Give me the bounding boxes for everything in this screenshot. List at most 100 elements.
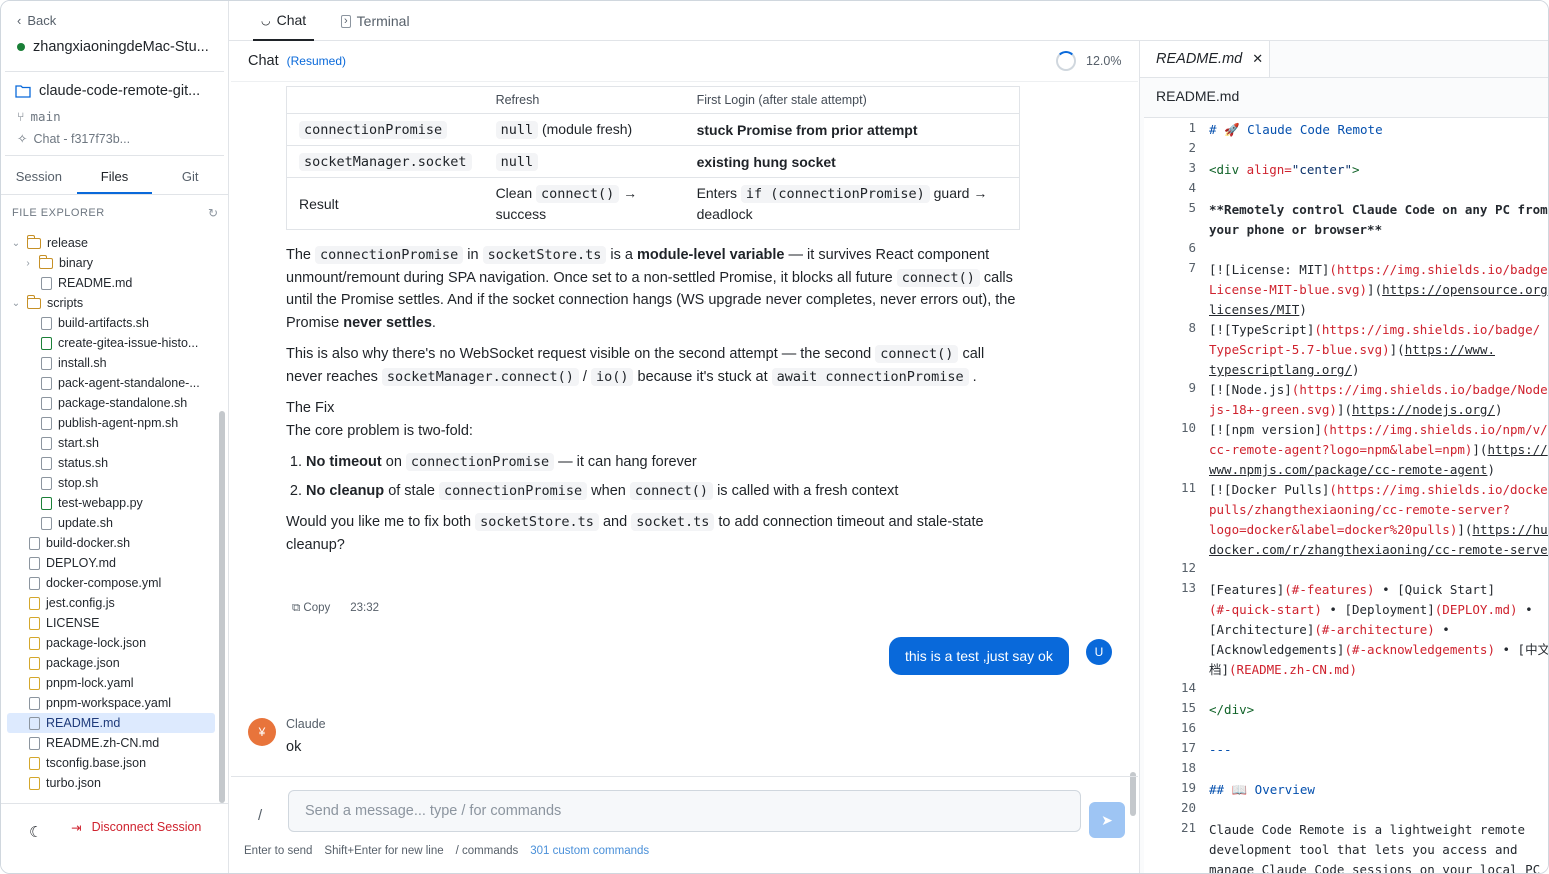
line-number: 17 <box>1180 740 1196 755</box>
line-number: 14 <box>1180 680 1196 695</box>
message-input[interactable]: Send a message... type / for commands <box>288 790 1081 832</box>
sidebar-scrollbar[interactable] <box>219 411 225 803</box>
tree-file[interactable]: update.sh <box>7 513 215 533</box>
tree-file[interactable]: package-lock.json <box>7 633 215 653</box>
tree-file[interactable]: package-standalone.sh <box>7 393 215 413</box>
tree-file[interactable]: pnpm-lock.yaml <box>7 673 215 693</box>
list-item: No cleanup of stale connectionPromise wh… <box>306 480 1021 503</box>
tree-item-label: publish-agent-npm.sh <box>58 416 179 430</box>
tree-file[interactable]: DEPLOY.md <box>7 553 215 573</box>
tree-item-label: README.zh-CN.md <box>46 736 160 750</box>
tree-file[interactable]: publish-agent-npm.sh <box>7 413 215 433</box>
tree-file[interactable]: test-webapp.py <box>7 493 215 513</box>
hint-text: Enter to send <box>244 845 313 857</box>
line-number: 1 <box>1188 120 1196 135</box>
editor-tab-readme[interactable]: README.md ✕ <box>1140 41 1270 77</box>
tree-file[interactable]: jest.config.js <box>7 593 215 613</box>
file-icon <box>41 456 52 470</box>
file-icon <box>29 756 40 770</box>
code-line: [![License: MIT](https://img.shields.io/… <box>1209 262 1549 317</box>
tree-file[interactable]: LICENSE <box>7 613 215 633</box>
tree-file[interactable]: stop.sh <box>7 473 215 493</box>
disconnect-button[interactable]: ⇥ Disconnect Session <box>71 819 201 835</box>
tree-file[interactable]: package.json <box>7 653 215 673</box>
tree-item-label: LICENSE <box>46 616 100 630</box>
file-icon <box>29 776 40 790</box>
chat-id-row: ✧ Chat - f317f73b... <box>17 131 131 147</box>
close-icon[interactable]: ✕ <box>1252 51 1263 67</box>
chat-title: Chat <box>248 53 279 69</box>
tree-folder[interactable]: › binary <box>7 253 215 273</box>
file-icon <box>29 616 40 630</box>
tab-files[interactable]: Files <box>76 161 153 194</box>
line-number: 15 <box>1180 700 1196 715</box>
code-line: [Features](#-features) • [Quick Start] (… <box>1209 582 1549 677</box>
tree-folder[interactable]: ⌄ release <box>7 233 215 253</box>
tab-git[interactable]: Git <box>152 161 228 194</box>
code-line: [![npm version](https://img.shields.io/n… <box>1209 422 1548 477</box>
tree-item-label: docker-compose.yml <box>46 576 162 590</box>
tree-file[interactable]: build-artifacts.sh <box>7 313 215 333</box>
top-tabs: ◡ Chat › Terminal <box>229 1 1548 41</box>
table-header: Refresh <box>483 86 685 114</box>
message-actions: ⧉ Copy 23:32 <box>292 602 379 615</box>
tree-file[interactable]: start.sh <box>7 433 215 453</box>
code-span: null <box>495 153 539 171</box>
custom-commands-link[interactable]: 301 custom commands <box>530 845 649 857</box>
tree-file[interactable]: turbo.json <box>7 773 215 793</box>
tree-item-label: package.json <box>46 656 120 670</box>
tree-file[interactable]: status.sh <box>7 453 215 473</box>
tree-item-label: status.sh <box>58 456 109 470</box>
tree-item-label: pnpm-workspace.yaml <box>46 696 172 710</box>
message-list[interactable]: Refresh First Login (after stale attempt… <box>231 81 1138 816</box>
tree-file[interactable]: README.zh-CN.md <box>7 733 215 753</box>
tree-file[interactable]: pack-agent-standalone-... <box>7 373 215 393</box>
context-usage-ring-icon <box>1056 51 1076 71</box>
chevron-down-icon: ⌄ <box>11 297 21 309</box>
code-line: [![Node.js](https://img.shields.io/badge… <box>1209 382 1549 417</box>
file-icon <box>29 656 40 670</box>
composer: / Send a message... type / for commands … <box>231 776 1138 873</box>
tree-item-label: README.md <box>58 276 133 290</box>
tree-file[interactable]: README.md <box>7 273 215 293</box>
terminal-icon: › <box>341 14 351 28</box>
tree-file[interactable]: build-docker.sh <box>7 533 215 553</box>
file-icon <box>41 516 52 530</box>
resumed-badge: (Resumed) <box>286 54 346 68</box>
tree-file[interactable]: pnpm-workspace.yaml <box>7 693 215 713</box>
file-icon <box>29 676 40 690</box>
tree-file[interactable]: README.md <box>7 713 215 733</box>
tree-item-label: scripts <box>47 296 84 310</box>
repo-name[interactable]: claude-code-remote-git... <box>15 83 220 99</box>
tree-file[interactable]: tsconfig.base.json <box>7 753 215 773</box>
tree-item-label: tsconfig.base.json <box>46 756 147 770</box>
line-number: 19 <box>1180 780 1196 795</box>
tree-item-label: turbo.json <box>46 776 101 790</box>
line-number: 6 <box>1188 240 1196 255</box>
send-button[interactable]: ➤ <box>1089 802 1125 838</box>
file-viewer-panel: README.md ✕ README.md 1 2 3 4 5 6 7 8 9 10 11 12 13 1… <box>1139 41 1549 873</box>
slash-command-button[interactable]: / <box>258 807 262 824</box>
tree-item-label: create-gitea-issue-histo... <box>58 336 199 350</box>
back-button[interactable]: ‹ Back <box>17 13 56 28</box>
tree-file[interactable]: install.sh <box>7 353 215 373</box>
logout-icon: ⇥ <box>71 820 82 835</box>
file-icon <box>29 636 40 650</box>
file-icon <box>29 536 40 550</box>
theme-toggle-moon-icon[interactable]: ☾ <box>29 823 42 841</box>
tree-folder[interactable]: ⌄ scripts <box>7 293 215 313</box>
tree-file[interactable]: docker-compose.yml <box>7 573 215 593</box>
tab-terminal[interactable]: › Terminal <box>341 1 410 41</box>
code-editor[interactable]: 1 2 3 4 5 6 7 8 9 10 11 12 13 14 15 16 17 18 19 20 21 # 🚀 Cl… <box>1144 117 1549 873</box>
tab-chat[interactable]: ◡ Chat <box>253 1 315 41</box>
tab-session[interactable]: Session <box>1 161 77 194</box>
tree-item-label: build-docker.sh <box>46 536 131 550</box>
code-span: null <box>495 121 539 139</box>
tree-file[interactable]: create-gitea-issue-histo... <box>7 333 215 353</box>
chat-panel: Chat (Resumed) 12.0% Refresh First Login… <box>231 41 1138 873</box>
copy-button[interactable]: ⧉ Copy <box>292 602 330 615</box>
line-number: 7 <box>1188 260 1196 275</box>
code-span: connect() <box>536 185 620 203</box>
file-icon <box>41 276 52 290</box>
claude-avatar-icon: ¥ <box>248 718 276 746</box>
